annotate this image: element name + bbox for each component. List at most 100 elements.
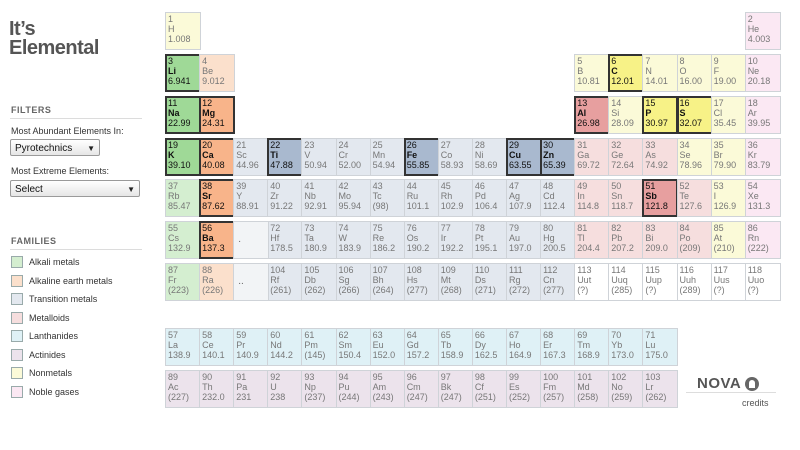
element-cell-c[interactable]: 6 C 12.01 bbox=[608, 54, 645, 92]
element-cell-fe[interactable]: 26 Fe 55.85 bbox=[403, 138, 440, 176]
element-cell-at[interactable]: 85 At (210) bbox=[710, 221, 747, 259]
element-cell-br[interactable]: 35 Br 79.90 bbox=[710, 138, 747, 176]
element-cell-ir[interactable]: 77 Ir 192.2 bbox=[437, 221, 474, 259]
element-cell-er[interactable]: 68 Er 167.3 bbox=[540, 328, 577, 366]
element-cell-pa[interactable]: 91 Pa 231 bbox=[233, 370, 270, 408]
element-cell-al[interactable]: 13 Al 26.98 bbox=[574, 96, 611, 134]
element-cell-nb[interactable]: 41 Nb 92.91 bbox=[301, 179, 338, 217]
element-cell-pu[interactable]: 94 Pu (244) bbox=[335, 370, 372, 408]
element-cell-na[interactable]: 11 Na 22.99 bbox=[165, 96, 201, 134]
element-cell-am[interactable]: 95 Am (243) bbox=[369, 370, 406, 408]
element-cell-ne[interactable]: 10 Ne 20.18 bbox=[744, 54, 781, 92]
element-cell-cn[interactable]: 112 Cn (277) bbox=[540, 263, 577, 301]
element-cell-fr[interactable]: 87 Fr (223) bbox=[165, 263, 201, 301]
element-cell-co[interactable]: 27 Co 58.93 bbox=[437, 138, 474, 176]
element-cell-eu[interactable]: 63 Eu 152.0 bbox=[369, 328, 406, 366]
element-cell-i[interactable]: 53 I 126.9 bbox=[710, 179, 747, 217]
element-cell-ac[interactable]: 89 Ac (227) bbox=[165, 370, 201, 408]
element-cell-pt[interactable]: 78 Pt 195.1 bbox=[471, 221, 508, 259]
element-cell-uut[interactable]: 113 Uut (?) bbox=[574, 263, 611, 301]
element-cell-xe[interactable]: 54 Xe 131.3 bbox=[744, 179, 781, 217]
element-cell-ds[interactable]: 110 Ds (271) bbox=[471, 263, 508, 301]
element-cell-sc[interactable]: 21 Sc 44.96 bbox=[233, 138, 270, 176]
element-cell-dy[interactable]: 66 Dy 162.5 bbox=[471, 328, 508, 366]
nova-logo[interactable]: NOVA bbox=[697, 375, 760, 392]
element-cell-hg[interactable]: 80 Hg 200.5 bbox=[540, 221, 577, 259]
element-cell-bh[interactable]: 107 Bh (264) bbox=[369, 263, 406, 301]
element-cell-hf[interactable]: 72 Hf 178.5 bbox=[267, 221, 304, 259]
element-cell-ar[interactable]: 18 Ar 39.95 bbox=[744, 96, 781, 134]
element-cell-cs[interactable]: 55 Cs 132.9 bbox=[165, 221, 201, 259]
element-cell-uuq[interactable]: 114 Uuq (285) bbox=[608, 263, 645, 301]
element-cell-rn[interactable]: 86 Rn (222) bbox=[744, 221, 781, 259]
element-cell-y[interactable]: 39 Y 88.91 bbox=[233, 179, 270, 217]
element-cell-fm[interactable]: 100 Fm (257) bbox=[540, 370, 577, 408]
element-cell-lu[interactable]: 71 Lu 175.0 bbox=[642, 328, 679, 366]
element-cell-po[interactable]: 84 Po (209) bbox=[676, 221, 713, 259]
element-cell-tm[interactable]: 69 Tm 168.9 bbox=[574, 328, 611, 366]
element-cell-ti[interactable]: 22 Ti 47.88 bbox=[267, 138, 304, 176]
element-cell-lr[interactable]: 103 Lr (262) bbox=[642, 370, 679, 408]
element-cell-k[interactable]: 19 K 39.10 bbox=[165, 138, 201, 176]
element-cell-b[interactable]: 5 B 10.81 bbox=[574, 54, 611, 92]
element-cell-w[interactable]: 74 W 183.9 bbox=[335, 221, 372, 259]
element-cell-uus[interactable]: 117 Uus (?) bbox=[710, 263, 747, 301]
element-cell-te[interactable]: 52 Te 127.6 bbox=[676, 179, 713, 217]
element-cell-rf[interactable]: 104 Rf (261) bbox=[267, 263, 304, 301]
element-cell-si[interactable]: 14 Si 28.09 bbox=[608, 96, 645, 134]
element-cell-la[interactable]: 57 La 138.9 bbox=[165, 328, 201, 366]
element-cell-ba[interactable]: 56 Ba 137.3 bbox=[199, 221, 236, 259]
element-cell-uuo[interactable]: 118 Uuo (?) bbox=[744, 263, 781, 301]
element-cell-no[interactable]: 102 No (259) bbox=[608, 370, 645, 408]
element-cell-ho[interactable]: 67 Ho 164.9 bbox=[506, 328, 542, 366]
element-cell-au[interactable]: 79 Au 197.0 bbox=[506, 221, 542, 259]
element-cell-pr[interactable]: 59 Pr 140.9 bbox=[233, 328, 270, 366]
element-cell-bi[interactable]: 83 Bi 209.0 bbox=[642, 221, 679, 259]
element-cell-h[interactable]: 1 H 1.008 bbox=[165, 12, 201, 50]
element-cell-es[interactable]: 99 Es (252) bbox=[506, 370, 542, 408]
element-cell-ag[interactable]: 47 Ag 107.9 bbox=[506, 179, 542, 217]
element-cell-np[interactable]: 93 Np (237) bbox=[301, 370, 338, 408]
element-cell-rb[interactable]: 37 Rb 85.47 bbox=[165, 179, 201, 217]
element-cell-li[interactable]: 3 Li 6.941 bbox=[165, 54, 201, 92]
element-cell-ca[interactable]: 20 Ca 40.08 bbox=[199, 138, 236, 176]
element-cell-cd[interactable]: 48 Cd 112.4 bbox=[540, 179, 577, 217]
element-cell-in[interactable]: 49 In 114.8 bbox=[574, 179, 611, 217]
element-cell-pm[interactable]: 61 Pm (145) bbox=[301, 328, 338, 366]
element-cell-cu[interactable]: 29 Cu 63.55 bbox=[506, 138, 542, 176]
element-cell-v[interactable]: 23 V 50.94 bbox=[301, 138, 338, 176]
element-cell-zr[interactable]: 40 Zr 91.22 bbox=[267, 179, 304, 217]
element-cell-cr[interactable]: 24 Cr 52.00 bbox=[335, 138, 372, 176]
element-cell-re[interactable]: 75 Re 186.2 bbox=[369, 221, 406, 259]
element-cell-ra[interactable]: 88 Ra (226) bbox=[199, 263, 236, 301]
element-cell-pd[interactable]: 46 Pd 106.4 bbox=[471, 179, 508, 217]
element-cell-o[interactable]: 8 O 16.00 bbox=[676, 54, 713, 92]
element-cell-kr[interactable]: 36 Kr 83.79 bbox=[744, 138, 781, 176]
element-cell-mn[interactable]: 25 Mn 54.94 bbox=[369, 138, 406, 176]
credits-link[interactable]: credits bbox=[742, 398, 769, 408]
element-cell-sb[interactable]: 51 Sb 121.8 bbox=[642, 179, 679, 217]
element-cell-f[interactable]: 9 F 19.00 bbox=[710, 54, 747, 92]
element-cell-sn[interactable]: 50 Sn 118.7 bbox=[608, 179, 645, 217]
element-cell-tl[interactable]: 81 Tl 204.4 bbox=[574, 221, 611, 259]
element-cell-mo[interactable]: 42 Mo 95.94 bbox=[335, 179, 372, 217]
element-cell-uuh[interactable]: 116 Uuh (289) bbox=[676, 263, 713, 301]
element-cell-th[interactable]: 90 Th 232.0 bbox=[199, 370, 236, 408]
element-cell-cl[interactable]: 17 Cl 35.45 bbox=[710, 96, 747, 134]
element-cell-db[interactable]: 105 Db (262) bbox=[301, 263, 338, 301]
element-cell-sr[interactable]: 38 Sr 87.62 bbox=[199, 179, 236, 217]
element-cell-ga[interactable]: 31 Ga 69.72 bbox=[574, 138, 611, 176]
element-cell-as[interactable]: 33 As 74.92 bbox=[642, 138, 679, 176]
element-cell-bk[interactable]: 97 Bk (247) bbox=[437, 370, 474, 408]
element-cell-u[interactable]: 92 U 238 bbox=[267, 370, 304, 408]
element-cell-be[interactable]: 4 Be 9.012 bbox=[199, 54, 236, 92]
element-cell-zn[interactable]: 30 Zn 65.39 bbox=[540, 138, 577, 176]
element-cell-p[interactable]: 15 P 30.97 bbox=[642, 96, 679, 134]
element-cell-hs[interactable]: 108 Hs (277) bbox=[403, 263, 440, 301]
element-cell-os[interactable]: 76 Os 190.2 bbox=[403, 221, 440, 259]
element-cell-mt[interactable]: 109 Mt (268) bbox=[437, 263, 474, 301]
element-cell-gd[interactable]: 64 Gd 157.2 bbox=[403, 328, 440, 366]
element-cell-rg[interactable]: 111 Rg (272) bbox=[506, 263, 542, 301]
element-cell-ni[interactable]: 28 Ni 58.69 bbox=[471, 138, 508, 176]
element-cell-ta[interactable]: 73 Ta 180.9 bbox=[301, 221, 338, 259]
